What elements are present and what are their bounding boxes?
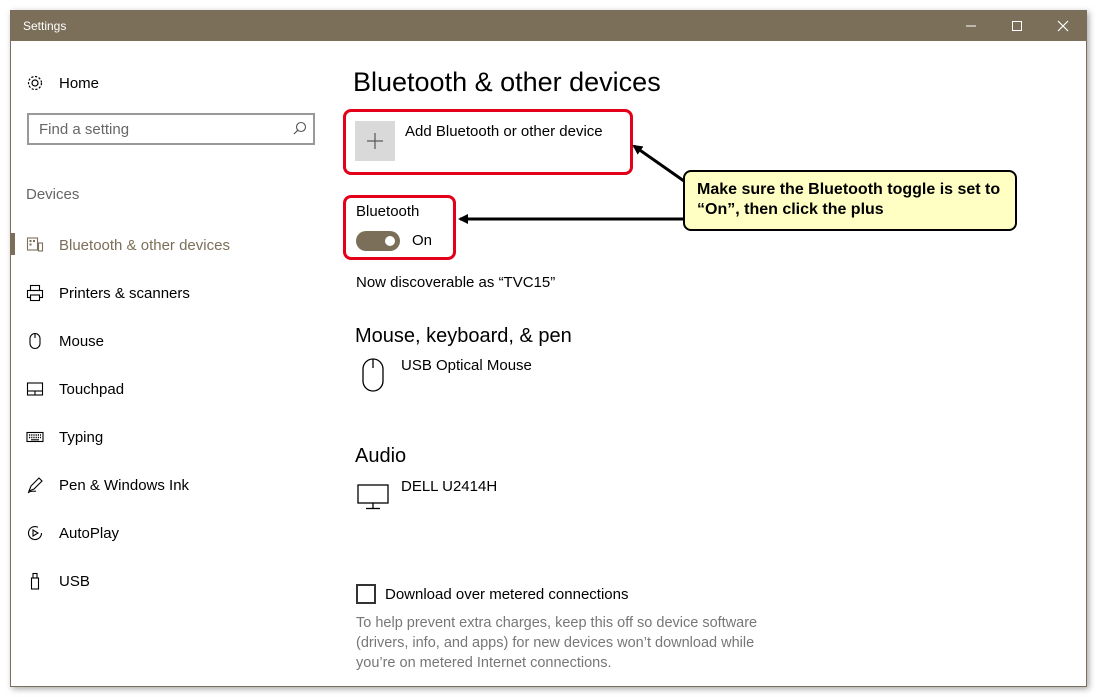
sidebar-item-label: Typing bbox=[59, 428, 104, 446]
search-icon[interactable] bbox=[293, 121, 307, 140]
settings-window: Settings Home Devices bbox=[10, 10, 1087, 687]
add-device-highlight bbox=[343, 109, 633, 175]
sidebar-item-label: Printers & scanners bbox=[59, 284, 190, 302]
sidebar-item-label: Bluetooth & other devices bbox=[59, 236, 230, 254]
annotation-callout: Make sure the Bluetooth toggle is set to… bbox=[683, 170, 1017, 231]
pen-icon bbox=[25, 475, 45, 495]
device-dell-u2414h[interactable]: DELL U2414H bbox=[355, 478, 497, 514]
sidebar-item-usb[interactable]: USB bbox=[11, 557, 331, 605]
metered-connections-option[interactable]: Download over metered connections bbox=[356, 584, 628, 604]
sidebar-item-touchpad[interactable]: Touchpad bbox=[11, 365, 331, 413]
search-box[interactable] bbox=[27, 113, 315, 145]
main-content: Bluetooth & other devices Add Bluetooth … bbox=[343, 41, 1083, 686]
home-label: Home bbox=[59, 74, 100, 92]
metered-label: Download over metered connections bbox=[385, 585, 629, 603]
sidebar-item-label: Touchpad bbox=[59, 380, 125, 398]
mouse-icon bbox=[25, 331, 45, 351]
autoplay-icon bbox=[25, 523, 45, 543]
sidebar-item-label: Mouse bbox=[59, 332, 105, 350]
group-title-audio: Audio bbox=[355, 445, 407, 467]
minimize-icon bbox=[966, 25, 976, 27]
gear-icon bbox=[25, 73, 45, 93]
discoverable-status: Now discoverable as “TVC15” bbox=[356, 274, 556, 291]
device-usb-optical-mouse[interactable]: USB Optical Mouse bbox=[355, 357, 532, 393]
sidebar-item-label: AutoPlay bbox=[59, 524, 120, 542]
sidebar-item-typing[interactable]: Typing bbox=[11, 413, 331, 461]
minimize-button[interactable] bbox=[948, 11, 994, 41]
metered-help-text: To help prevent extra charges, keep this… bbox=[356, 615, 758, 671]
close-icon bbox=[1057, 20, 1069, 32]
touchpad-icon bbox=[25, 379, 45, 399]
sidebar-item-bluetooth[interactable]: Bluetooth & other devices bbox=[11, 221, 331, 269]
sidebar-item-printers[interactable]: Printers & scanners bbox=[11, 269, 331, 317]
sidebar-item-mouse[interactable]: Mouse bbox=[11, 317, 331, 365]
monitor-icon bbox=[355, 478, 391, 514]
page-title: Bluetooth & other devices bbox=[353, 67, 661, 97]
sidebar: Home Devices Bluetooth & other devices P… bbox=[11, 41, 331, 686]
sidebar-item-pen[interactable]: Pen & Windows Ink bbox=[11, 461, 331, 509]
usb-icon bbox=[25, 571, 45, 591]
close-button[interactable] bbox=[1040, 11, 1086, 41]
sidebar-item-label: USB bbox=[59, 572, 90, 590]
sidebar-item-autoplay[interactable]: AutoPlay bbox=[11, 509, 331, 557]
bluetooth-devices-icon bbox=[25, 235, 45, 255]
mouse-icon bbox=[355, 357, 391, 393]
home-link[interactable]: Home bbox=[25, 73, 99, 93]
bluetooth-toggle-highlight bbox=[343, 195, 456, 260]
title-bar[interactable]: Settings bbox=[11, 11, 1086, 41]
section-heading-devices: Devices bbox=[26, 186, 80, 203]
keyboard-icon bbox=[25, 427, 45, 447]
sidebar-nav: Bluetooth & other devices Printers & sca… bbox=[11, 221, 331, 605]
group-title-input-devices: Mouse, keyboard, & pen bbox=[355, 325, 572, 347]
device-name: DELL U2414H bbox=[401, 478, 498, 495]
search-input[interactable] bbox=[29, 115, 279, 143]
printer-icon bbox=[25, 283, 45, 303]
window-title: Settings bbox=[23, 19, 67, 33]
device-name: USB Optical Mouse bbox=[401, 357, 532, 374]
metered-checkbox[interactable] bbox=[356, 584, 376, 604]
maximize-icon bbox=[1012, 21, 1022, 31]
maximize-button[interactable] bbox=[994, 11, 1040, 41]
sidebar-item-label: Pen & Windows Ink bbox=[59, 476, 190, 494]
